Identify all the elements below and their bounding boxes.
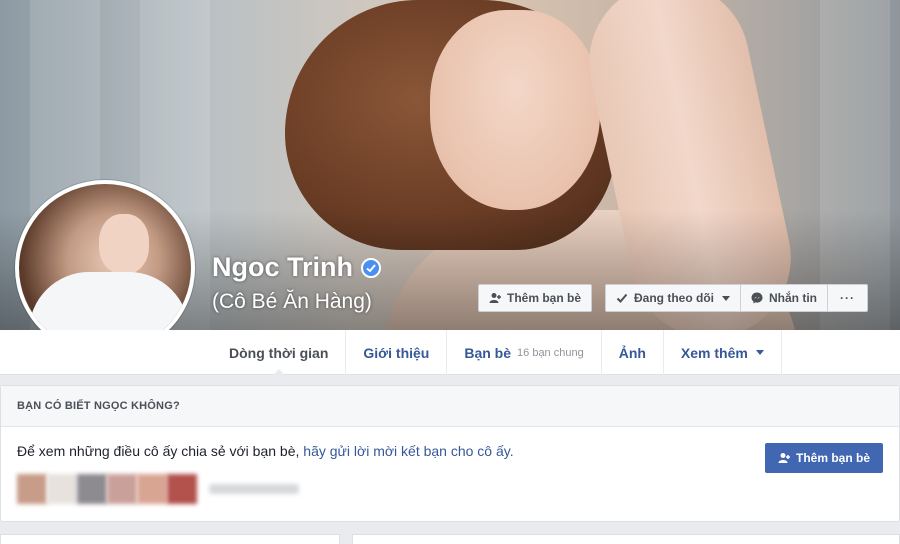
mutual-friends-names-blurred [209, 484, 299, 494]
profile-name-block: Ngoc Trinh (Cô Bé Ăn Hàng) [212, 252, 381, 314]
profile-name[interactable]: Ngoc Trinh [212, 252, 381, 283]
message-label: Nhắn tin [769, 291, 818, 305]
mutual-friend-avatar[interactable] [77, 474, 107, 504]
mutual-friend-avatar[interactable] [107, 474, 137, 504]
tab-friends[interactable]: Bạn bè 16 bạn chung [447, 330, 602, 375]
profile-tabs: Dòng thời gian Giới thiệu Bạn bè 16 bạn … [212, 330, 782, 376]
cover-subject-face [430, 10, 600, 210]
lower-content-cards [0, 534, 900, 544]
add-friend-label: Thêm bạn bè [507, 291, 582, 305]
do-you-know-text: Để xem những điều cô ấy chia sẻ với bạn … [17, 443, 514, 459]
tab-about[interactable]: Giới thiệu [346, 330, 448, 375]
right-column-card [352, 534, 900, 544]
messenger-icon [751, 292, 763, 304]
tab-timeline[interactable]: Dòng thời gian [212, 330, 347, 376]
verified-badge-icon[interactable] [361, 257, 381, 278]
left-column-card [0, 534, 340, 544]
cover-action-buttons: Thêm bạn bè Đang theo dõi Nhắn tin ··· [478, 284, 869, 312]
following-label: Đang theo dõi [634, 291, 715, 305]
mutual-friends-count: 16 bạn chung [517, 346, 584, 359]
add-friend-icon [778, 453, 790, 463]
more-options-button[interactable]: ··· [828, 284, 869, 312]
tab-photos-label: Ảnh [618, 344, 646, 361]
add-friend-primary-button[interactable]: Thêm bạn bè [765, 443, 884, 473]
do-you-know-header: BẠN CÓ BIẾT NGỌC KHÔNG? [1, 386, 899, 427]
mutual-friends-avatars[interactable] [17, 474, 299, 504]
profile-name-text[interactable]: Ngoc Trinh [212, 252, 353, 283]
add-friend-primary-label: Thêm bạn bè [796, 451, 871, 465]
checkmark-icon [616, 293, 628, 303]
mutual-friend-avatar[interactable] [47, 474, 77, 504]
chevron-down-icon [722, 295, 731, 301]
add-friend-icon [489, 293, 501, 303]
cover-button-group: Đang theo dõi Nhắn tin ··· [605, 284, 869, 312]
add-friend-button[interactable]: Thêm bạn bè [478, 284, 593, 312]
send-request-link[interactable]: hãy gửi lời mời kết bạn cho cô ấy. [303, 443, 513, 459]
tab-friends-label: Bạn bè [464, 344, 512, 361]
tab-about-label: Giới thiệu [363, 344, 430, 361]
avatar-face [99, 214, 149, 274]
tab-photos[interactable]: Ảnh [602, 330, 664, 375]
do-you-know-prefix: Để xem những điều cô ấy chia sẻ với bạn … [17, 443, 304, 459]
tab-more[interactable]: Xem thêm [664, 330, 782, 375]
profile-nav-bar: Dòng thời gian Giới thiệu Bạn bè 16 bạn … [0, 330, 900, 376]
tab-more-label: Xem thêm [680, 344, 748, 361]
message-button[interactable]: Nhắn tin [741, 284, 829, 312]
following-button[interactable]: Đang theo dõi [605, 284, 742, 312]
tab-timeline-label: Dòng thời gian [229, 344, 329, 361]
mutual-friend-avatar[interactable] [137, 474, 167, 504]
profile-page: Ngoc Trinh (Cô Bé Ăn Hàng) Thêm bạn bè Đ… [0, 0, 900, 544]
profile-alternate-name: (Cô Bé Ăn Hàng) [212, 290, 372, 313]
do-you-know-card: BẠN CÓ BIẾT NGỌC KHÔNG? Để xem những điề… [0, 385, 900, 522]
mutual-friend-avatar[interactable] [17, 474, 47, 504]
more-options-label: ··· [840, 291, 856, 305]
mutual-friend-avatar[interactable] [167, 474, 197, 504]
chevron-down-icon [755, 350, 764, 355]
